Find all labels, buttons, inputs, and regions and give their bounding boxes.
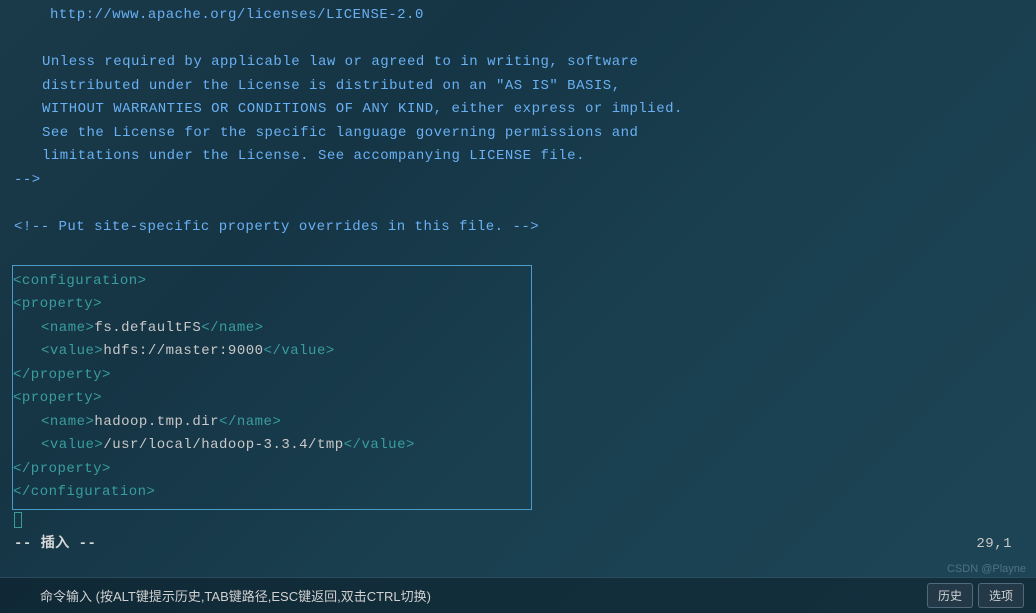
code-editor[interactable]: http://www.apache.org/licenses/LICENSE-2…	[0, 0, 1036, 561]
vim-mode: 插入	[41, 536, 70, 552]
xml-tag: </property>	[13, 367, 111, 383]
xml-tag: <value>	[41, 437, 103, 453]
config-highlighted-block: <configuration> <property> <name>fs.defa…	[12, 265, 532, 510]
cursor-position: 29,1	[976, 533, 1012, 557]
vim-status-line: -- 插入 -- 29,1	[14, 533, 1022, 557]
xml-tag: </property>	[13, 461, 111, 477]
xml-tag: </name>	[201, 320, 263, 336]
xml-tag: <value>	[41, 343, 103, 359]
prop-name: fs.defaultFS	[94, 320, 201, 336]
xml-tag: <property>	[13, 390, 102, 406]
license-text: distributed under the License is distrib…	[14, 75, 1022, 99]
xml-tag: </configuration>	[13, 484, 155, 500]
prop-value: /usr/local/hadoop-3.3.4/tmp	[103, 437, 343, 453]
prop-value: hdfs://master:9000	[103, 343, 263, 359]
license-text: WITHOUT WARRANTIES OR CONDITIONS OF ANY …	[14, 98, 1022, 122]
cursor	[14, 512, 22, 528]
button-group: 历史 选项	[927, 583, 1024, 608]
xml-tag: </name>	[219, 414, 281, 430]
xml-tag: <property>	[13, 296, 102, 312]
watermark: CSDN @Playne	[947, 563, 1026, 575]
prop-name: hadoop.tmp.dir	[94, 414, 219, 430]
command-bar: 命令输入 (按ALT键提示历史,TAB键路径,ESC键返回,双击CTRL切换) …	[0, 577, 1036, 613]
command-prompt[interactable]: 命令输入 (按ALT键提示历史,TAB键路径,ESC键返回,双击CTRL切换)	[40, 586, 431, 605]
license-text: See the License for the specific languag…	[14, 122, 1022, 146]
license-text: limitations under the License. See accom…	[14, 145, 1022, 169]
comment-close: -->	[14, 169, 1022, 193]
history-button[interactable]: 历史	[927, 583, 973, 608]
options-button[interactable]: 选项	[978, 583, 1024, 608]
xml-tag: <name>	[41, 320, 94, 336]
xml-tag: </value>	[344, 437, 415, 453]
xml-tag: <configuration>	[13, 273, 147, 289]
license-text: Unless required by applicable law or agr…	[14, 51, 1022, 75]
site-comment: <!-- Put site-specific property override…	[14, 216, 1022, 240]
xml-tag: <name>	[41, 414, 94, 430]
license-url: http://www.apache.org/licenses/LICENSE-2…	[14, 4, 1022, 28]
xml-tag: </value>	[264, 343, 335, 359]
